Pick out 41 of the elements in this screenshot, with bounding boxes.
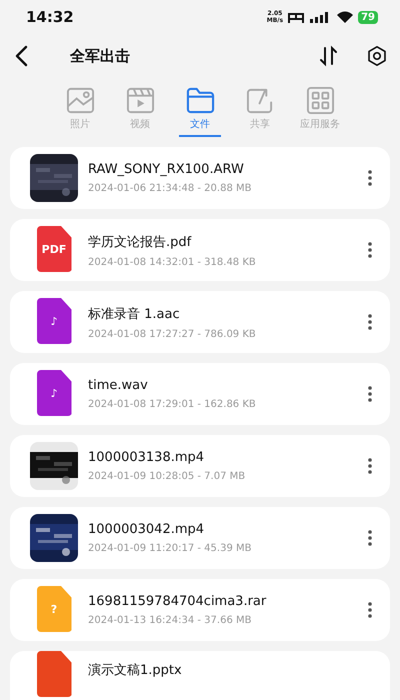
file-info: 2024-01-08 17:27:27 - 786.09 KB [88,328,257,340]
status-time: 14:32 [26,8,75,26]
file-card[interactable]: RAW_SONY_RX100.ARW 2024-01-06 21:34:48 - 20.88 MB [10,147,390,209]
file-name: 16981159784704cima3.rar [88,594,268,609]
file-name: 演示文稿1.pptx [88,662,183,679]
file-icon: ♪ [36,370,72,416]
file-icon: ? [36,586,72,632]
file-card[interactable]: ♪ 标准录音 1.aac 2024-01-08 17:27:27 - 786.09 KB [10,291,390,353]
settings-icon[interactable] [366,45,388,67]
tab[interactable]: 文件 [179,86,221,137]
file-name: 1000003042.mp4 [88,522,206,537]
file-info: 2024-01-08 14:32:01 - 318.48 KB [88,256,257,268]
bed-icon [287,12,306,22]
file-name: 标准录音 1.aac [88,306,181,322]
file-card[interactable]: 1000003042.mp4 2024-01-09 11:20:17 - 45.39 MB [10,507,390,569]
share-icon [246,86,274,115]
file-info: 2024-01-09 11:20:17 - 45.39 MB [88,543,252,554]
back-icon[interactable] [14,45,30,67]
file-info: 2024-01-06 21:34:48 - 20.88 MB [88,183,252,194]
file-name: RAW_SONY_RX100.ARW [88,162,245,177]
file-card[interactable]: ♪ time.wav 2024-01-08 17:29:01 - 162.86 KB [10,363,390,425]
file-name: time.wav [88,378,149,393]
sort-icon[interactable] [318,45,340,67]
clapperboard-icon [126,86,154,115]
file-card[interactable]: 1000003138.mp4 2024-01-09 10:28:05 - 7.07 MB [10,435,390,497]
file-info: 2024-01-13 16:24:34 - 37.66 MB [88,615,252,626]
grid-icon [306,86,334,115]
battery-level: 79 [358,10,378,24]
file-info: 2024-01-09 10:28:05 - 7.07 MB [88,471,246,482]
image-icon [66,86,94,115]
file-card[interactable]: 演示文稿1.pptx [10,651,390,700]
file-name: 学历文论报告.pdf [88,234,192,250]
wifi-icon [337,11,354,23]
file-card[interactable]: ? 16981159784704cima3.rar 2024-01-13 16:24:34 - 37.66 MB [10,579,390,641]
file-card[interactable]: PDF 学历文论报告.pdf 2024-01-08 14:32:01 - 318.48 KB [10,219,390,281]
folder-icon [186,86,214,115]
file-info: 2024-01-08 17:29:01 - 162.86 KB [88,399,257,410]
file-name: 1000003138.mp4 [88,450,206,465]
page-title: 全军出击 [70,46,131,66]
file-icon: ♪ [36,298,72,344]
file-icon: PDF [36,226,72,272]
